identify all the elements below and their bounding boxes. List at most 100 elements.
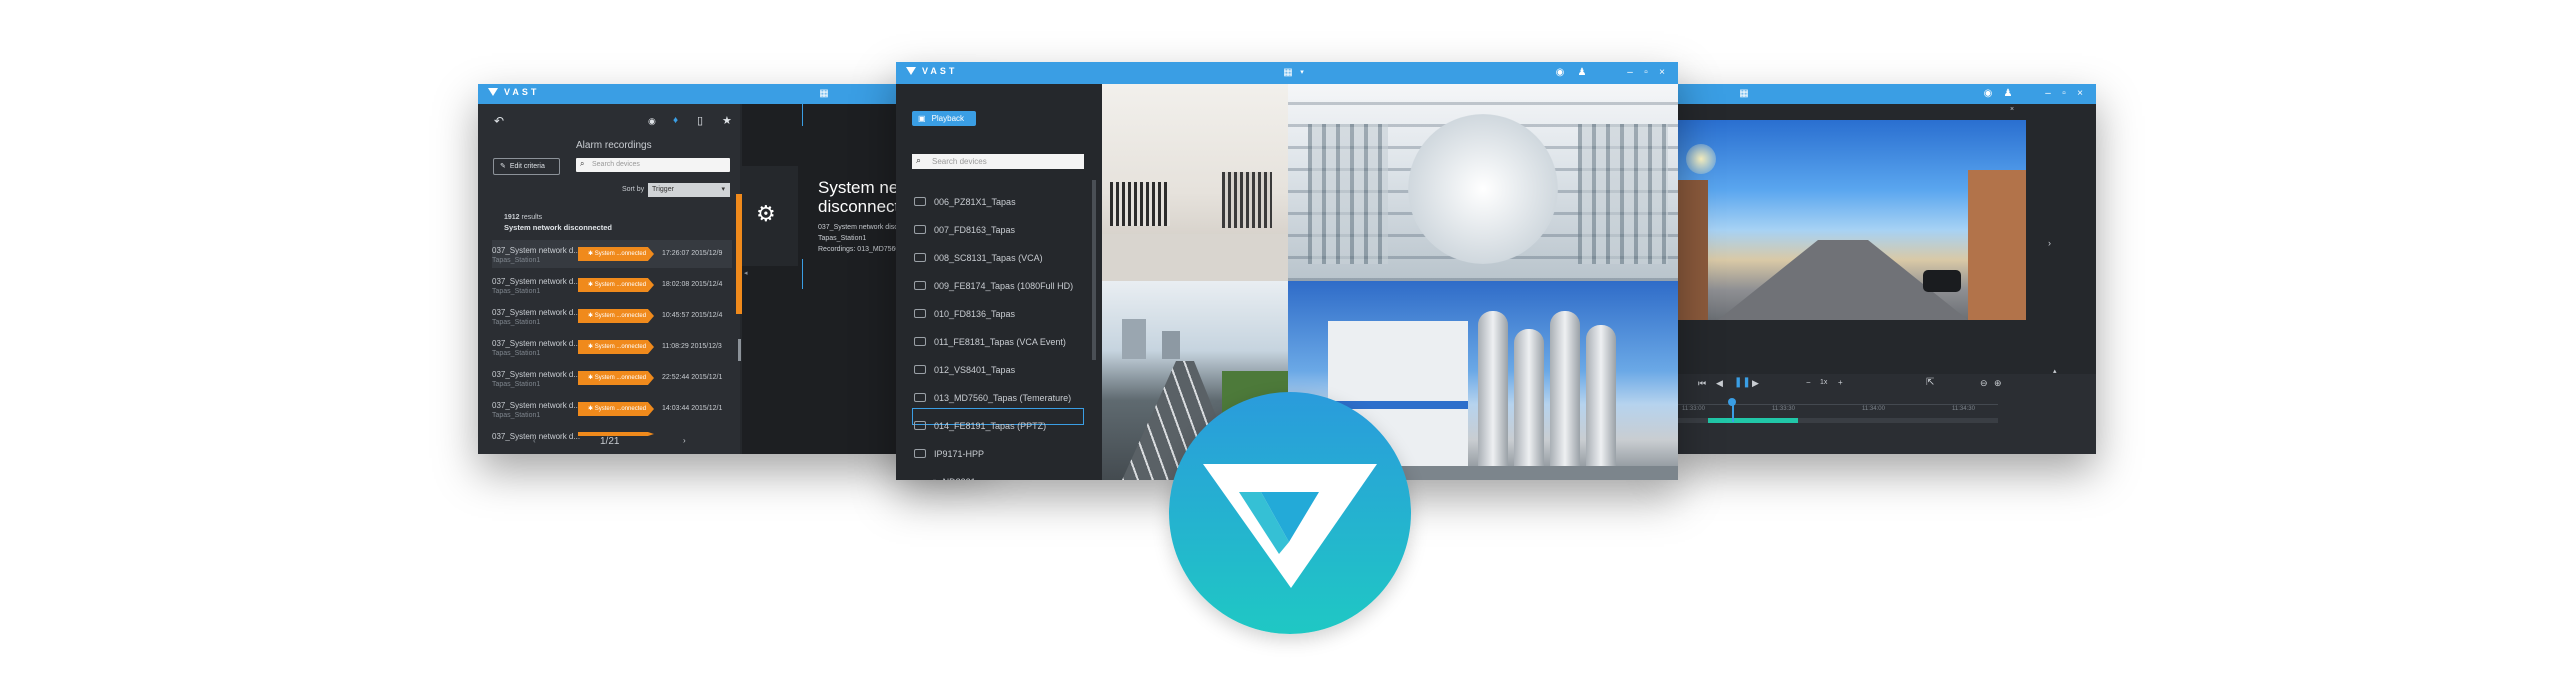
- device-item[interactable]: ▸ ▮ ND8321: [926, 477, 976, 480]
- speed-minus-button[interactable]: −: [1806, 378, 1811, 387]
- device-item[interactable]: 008_SC8131_Tapas (VCA): [914, 253, 1043, 263]
- playhead-knob[interactable]: [1728, 398, 1736, 406]
- next-page-button[interactable]: ›: [683, 436, 686, 445]
- play-icon[interactable]: ▶: [1752, 378, 1759, 389]
- prev-page-button[interactable]: ‹: [533, 436, 536, 445]
- alarm-row[interactable]: 037_System network d... Tapas_Station1 ✱ S…: [492, 368, 737, 396]
- search-input[interactable]: ⌕ Search devices: [912, 154, 1084, 169]
- edit-criteria-button[interactable]: ✎ Edit criteria: [493, 158, 560, 175]
- device-item[interactable]: 014_FE8191_Tapas (PPTZ): [914, 421, 1046, 431]
- playback-button[interactable]: ▣ Playback: [912, 111, 976, 126]
- timeline-line: [802, 104, 803, 126]
- maximize-icon[interactable]: ▫: [2058, 88, 2070, 100]
- clothing-rack: [1222, 172, 1272, 228]
- speed-plus-button[interactable]: +: [1838, 378, 1843, 387]
- timeline-tick: 11:34:30: [1952, 406, 1975, 412]
- user-icon[interactable]: ♟: [1576, 67, 1588, 79]
- device-item[interactable]: 011_FE8181_Tapas (VCA Event): [914, 337, 1066, 347]
- results-count: 1912: [504, 214, 520, 221]
- zoom-icon[interactable]: ⊖: [1980, 378, 1988, 389]
- star-icon[interactable]: ★: [722, 114, 732, 127]
- device-label: 014_FE8191_Tapas (PPTZ): [934, 421, 1047, 431]
- alarm-badge: ✱ System ...onnected: [578, 340, 654, 354]
- collapse-icon[interactable]: ▴: [2053, 367, 2057, 375]
- alarm-station: Tapas_Station1: [492, 288, 541, 295]
- scrollbar[interactable]: [1092, 180, 1096, 360]
- layout-grid-icon[interactable]: ▦: [1738, 88, 1750, 100]
- alarm-time: 11:08:29 2015/12/3: [662, 343, 722, 350]
- results-subtitle: System network disconnected: [504, 223, 612, 232]
- bell-icon[interactable]: ♦: [673, 115, 678, 126]
- silo: [1586, 325, 1616, 471]
- close-icon[interactable]: ×: [2074, 88, 2086, 100]
- alarm-row[interactable]: 037_System network d... Tapas_Station1 ✱ S…: [492, 337, 737, 365]
- speed-label: 1x: [1820, 379, 1828, 386]
- device-item[interactable]: 010_FD8136_Tapas: [914, 309, 1015, 319]
- alarm-badge-label: System ...onnected: [594, 406, 647, 412]
- title-bar: ▦ ◉ ♟ – ▫ ×: [1668, 84, 2096, 104]
- device-item[interactable]: 006_PZ81X1_Tapas: [914, 197, 1016, 207]
- alarm-row[interactable]: 037_System network d... Tapas_Station1 ✱ S…: [492, 306, 737, 334]
- camera-icon: [914, 365, 926, 374]
- store-floor: [1102, 234, 1288, 281]
- minimize-icon[interactable]: –: [1624, 67, 1636, 79]
- gear-icon[interactable]: ⚙: [756, 201, 776, 227]
- step-back-icon[interactable]: ◀: [1716, 378, 1723, 389]
- layout-grid-icon[interactable]: ▦: [1282, 67, 1294, 79]
- device-item[interactable]: 009_FE8174_Tapas (1080Full HD): [914, 281, 1073, 291]
- collapse-icon[interactable]: ◂: [744, 269, 748, 277]
- search-input[interactable]: ⌕ Search devices: [576, 158, 730, 172]
- close-icon[interactable]: ×: [2010, 106, 2014, 113]
- minimize-icon[interactable]: –: [2042, 88, 2054, 100]
- close-icon[interactable]: ×: [1656, 67, 1668, 79]
- export-icon[interactable]: ⇱: [1926, 377, 1934, 388]
- pause-icon[interactable]: ❚❚: [1734, 377, 1751, 388]
- alarm-time: 10:45:57 2015/12/4: [662, 312, 723, 319]
- timeline-axis: [1668, 404, 1998, 405]
- scrollbar[interactable]: [738, 339, 741, 361]
- camera-icon: [914, 281, 926, 290]
- alarm-badge: ✱ System ...onnected: [578, 309, 654, 323]
- alarm-station: Tapas_Station1: [492, 412, 541, 419]
- silo: [1550, 311, 1580, 471]
- settings-icon[interactable]: ⊕: [1994, 378, 2002, 389]
- playback-video[interactable]: [1668, 120, 2026, 320]
- help-icon[interactable]: ◉: [1554, 67, 1566, 79]
- device-item[interactable]: 012_VS8401_Tapas: [914, 365, 1015, 375]
- vast-logo-icon: [906, 67, 916, 75]
- device-label: 013_MD7560_Tapas (Temerature): [934, 393, 1072, 403]
- device-item[interactable]: 013_MD7560_Tapas (Temerature): [914, 393, 1071, 403]
- back-icon[interactable]: ↶: [494, 114, 504, 128]
- alarm-badge-label: System ...onnected: [594, 344, 647, 350]
- device-item[interactable]: 007_FD8163_Tapas: [914, 225, 1015, 235]
- brand-text: VAST: [922, 66, 958, 76]
- results-label: results: [521, 214, 543, 221]
- silo: [1478, 311, 1508, 471]
- bookmark-icon[interactable]: ▯: [697, 114, 703, 127]
- search-icon: ⌕: [580, 159, 585, 168]
- next-icon[interactable]: ›: [2048, 238, 2051, 248]
- storefronts: [1308, 124, 1388, 264]
- chevron-down-icon: ▾: [721, 186, 725, 193]
- brand-logo: VAST: [906, 66, 957, 76]
- alarm-row[interactable]: 037_System network d... Tapas_Station1 ✱ S…: [492, 244, 737, 272]
- device-label: 008_SC8131_Tapas (VCA): [934, 253, 1043, 263]
- device-item[interactable]: IP9171-HPP: [914, 449, 984, 459]
- alarm-row[interactable]: 037_System network d... Tapas_Station1 ✱ S…: [492, 399, 737, 427]
- help-icon[interactable]: ◉: [648, 116, 656, 127]
- sort-select[interactable]: Trigger ▾: [648, 183, 730, 197]
- playback-label: Playback: [931, 114, 965, 123]
- chevron-down-icon[interactable]: ▾: [1296, 67, 1308, 79]
- camera-tile-1[interactable]: [1102, 84, 1288, 281]
- device-label: 006_PZ81X1_Tapas: [934, 197, 1016, 207]
- device-label: 011_FE8181_Tapas (VCA Event): [934, 337, 1066, 347]
- camera-tile-2[interactable]: [1288, 84, 1678, 281]
- camera-icon: [914, 449, 926, 458]
- layout-grid-icon[interactable]: ▦: [818, 88, 830, 100]
- alarm-row[interactable]: 037_System network d... Tapas_Station1 ✱ S…: [492, 275, 737, 303]
- maximize-icon[interactable]: ▫: [1640, 67, 1652, 79]
- user-icon[interactable]: ♟: [2002, 88, 2014, 100]
- skip-back-icon[interactable]: ⏮: [1698, 378, 1706, 389]
- help-icon[interactable]: ◉: [1982, 88, 1994, 100]
- brand-logo: VAST: [488, 87, 539, 97]
